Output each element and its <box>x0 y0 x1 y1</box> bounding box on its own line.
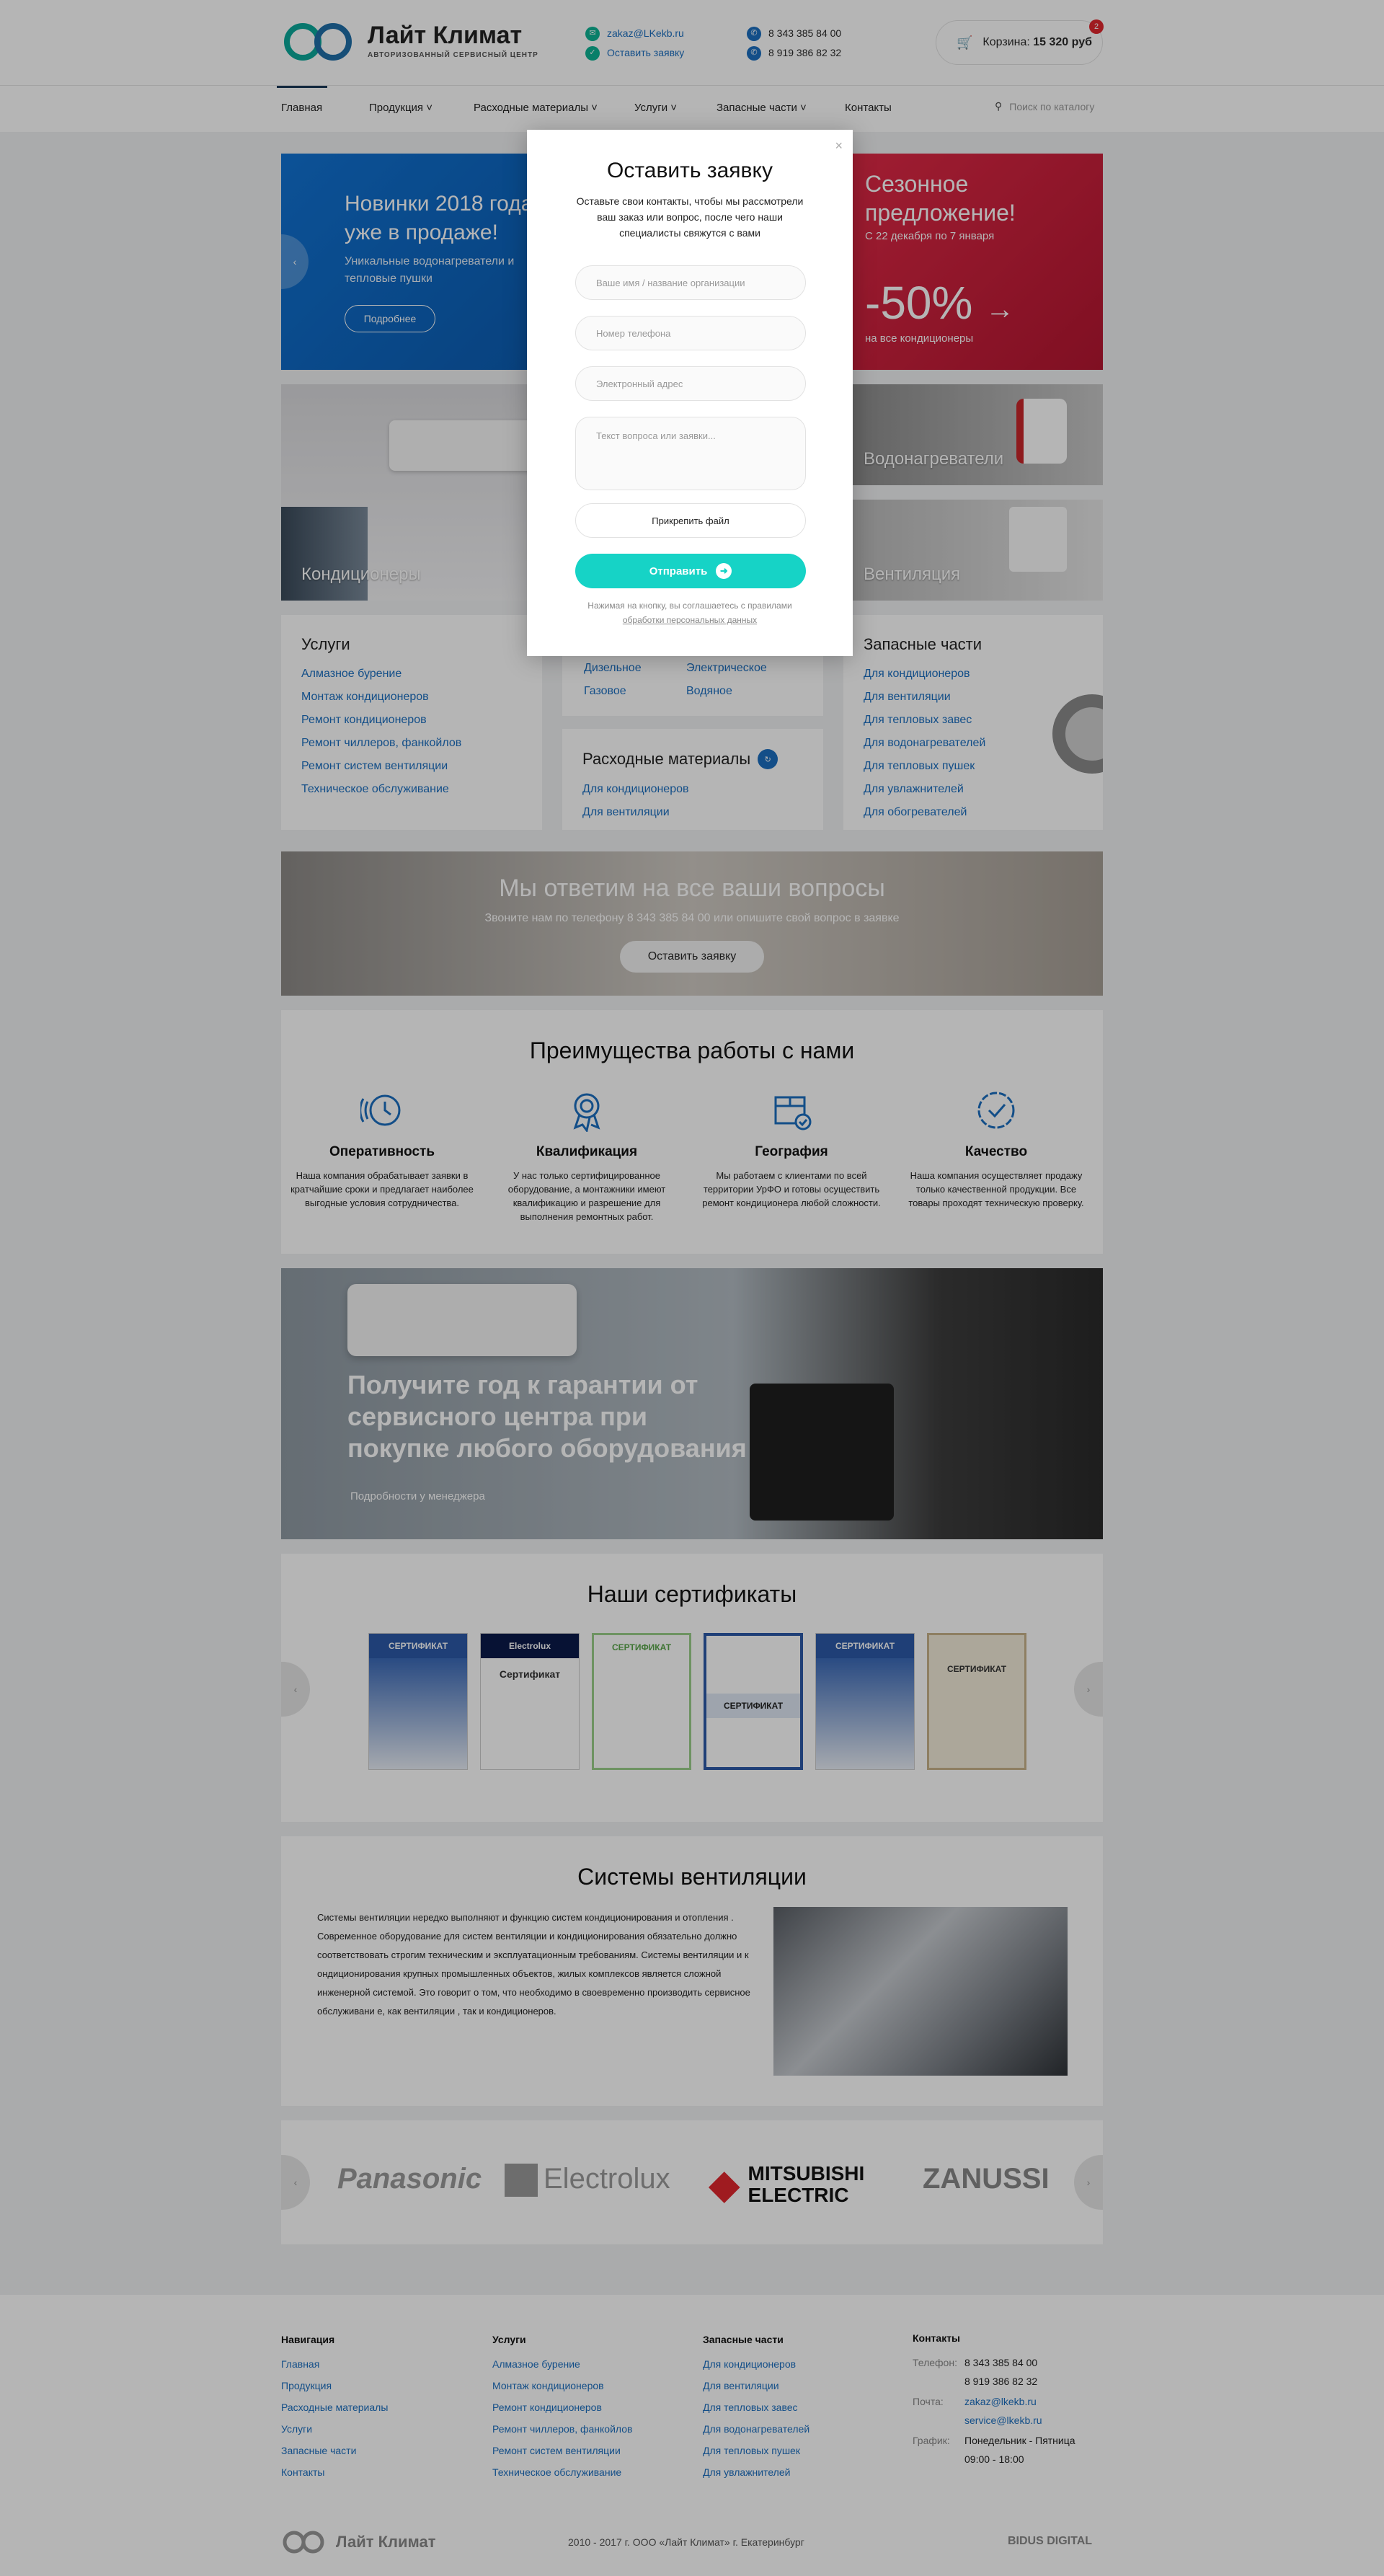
modal-subtitle: Оставьте свои контакты, чтобы мы рассмот… <box>576 195 804 239</box>
send-button[interactable]: Отправить ➜ <box>575 554 806 588</box>
message-field[interactable]: Текст вопроса или заявки... <box>575 417 806 490</box>
privacy-link[interactable]: обработки персональных данных <box>623 615 757 625</box>
close-icon[interactable]: × <box>835 138 843 154</box>
phone-field[interactable]: Номер телефона <box>575 316 806 350</box>
attach-file-button[interactable]: Прикрепить файл <box>575 503 806 538</box>
request-modal: × Оставить заявку Оставьте свои контакты… <box>527 130 853 656</box>
email-field[interactable]: Электронный адрес <box>575 366 806 401</box>
privacy-note: Нажимая на кнопку, вы соглашаетесь с пра… <box>587 601 792 625</box>
name-field[interactable]: Ваше имя / название организации <box>575 265 806 300</box>
arrow-right-icon: ➜ <box>716 563 732 579</box>
modal-title: Оставить заявку <box>607 159 773 182</box>
